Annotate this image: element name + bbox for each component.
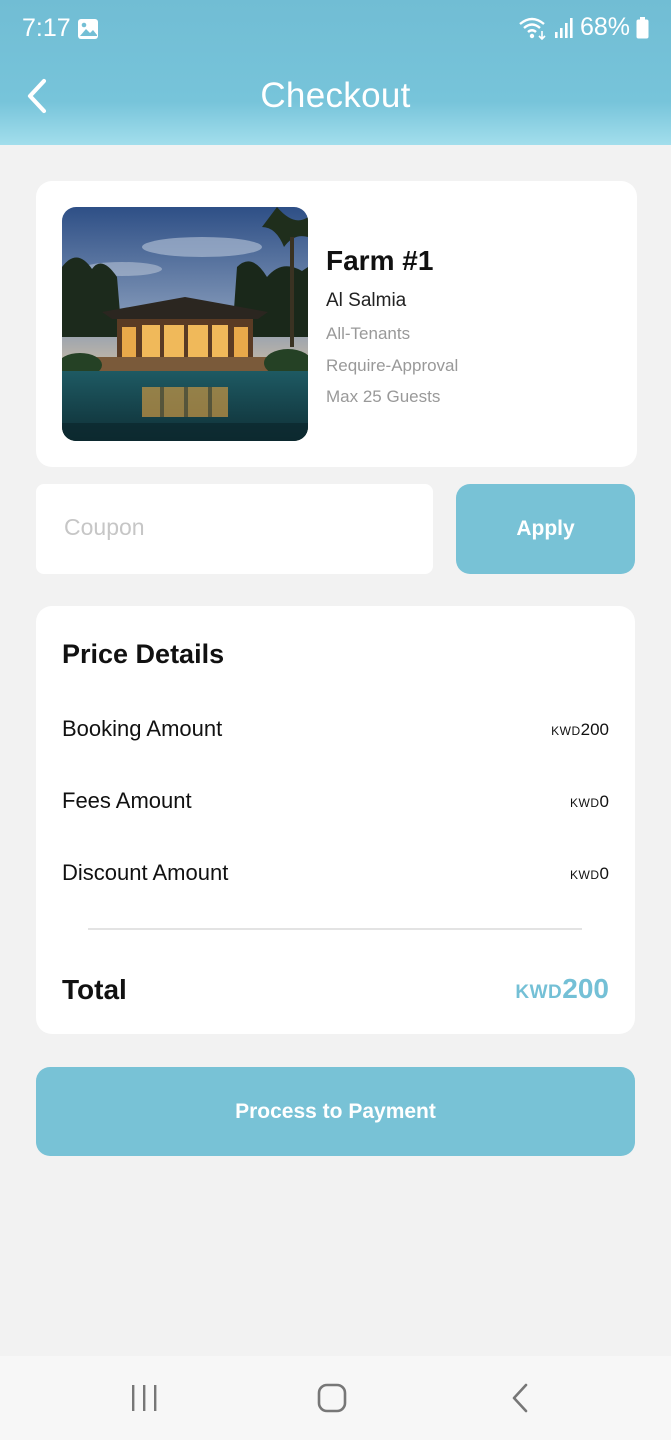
home-icon[interactable] bbox=[312, 1382, 352, 1414]
battery-level: 68% bbox=[579, 13, 630, 41]
property-max-guests: Max 25 Guests bbox=[326, 387, 441, 406]
total-value: KWD200 bbox=[515, 973, 609, 1005]
booking-amount-value: KWD200 bbox=[551, 720, 609, 740]
signal-icon bbox=[554, 17, 574, 39]
coupon-input[interactable] bbox=[62, 513, 406, 542]
page-title: Checkout bbox=[260, 76, 411, 115]
amount: 200 bbox=[580, 720, 609, 739]
price-details-title: Price Details bbox=[62, 639, 225, 669]
amount: 0 bbox=[599, 864, 609, 883]
coupon-field-container bbox=[36, 484, 433, 574]
system-nav-bar bbox=[0, 1356, 671, 1440]
price-details-card: Price Details Booking Amount KWD200 Fees… bbox=[36, 606, 635, 1034]
property-photo bbox=[62, 207, 308, 441]
fees-amount-label: Fees Amount bbox=[62, 788, 192, 813]
currency-code: KWD bbox=[570, 868, 600, 882]
process-payment-button[interactable]: Process to Payment bbox=[36, 1067, 635, 1156]
price-row-booking: Booking Amount KWD200 bbox=[62, 716, 609, 746]
property-tenants: All-Tenants bbox=[326, 324, 411, 343]
discount-amount-value: KWD0 bbox=[570, 864, 609, 884]
status-icons: 68% bbox=[518, 13, 649, 42]
total-label: Total bbox=[62, 974, 127, 1005]
price-row-fees: Fees Amount KWD0 bbox=[62, 788, 609, 818]
price-row-discount: Discount Amount KWD0 bbox=[62, 860, 609, 890]
property-name: Farm #1 bbox=[326, 245, 434, 276]
image-icon bbox=[77, 18, 99, 45]
property-approval: Require-Approval bbox=[326, 356, 459, 375]
currency-code: KWD bbox=[570, 796, 600, 810]
total-amount: 200 bbox=[562, 973, 609, 1004]
fees-amount-value: KWD0 bbox=[570, 792, 609, 812]
amount: 0 bbox=[599, 792, 609, 811]
wifi-icon bbox=[518, 16, 548, 40]
apply-coupon-button[interactable]: Apply bbox=[456, 484, 635, 574]
recent-apps-icon[interactable] bbox=[124, 1382, 164, 1414]
app-header: 7:17 68% Checkout bbox=[0, 0, 671, 145]
back-icon[interactable] bbox=[500, 1382, 540, 1414]
price-divider bbox=[88, 928, 582, 930]
booking-amount-label: Booking Amount bbox=[62, 716, 223, 741]
property-location: Al Salmia bbox=[326, 290, 407, 311]
battery-icon bbox=[636, 16, 649, 39]
property-card[interactable]: Farm #1 Al Salmia All-Tenants Require-Ap… bbox=[36, 181, 637, 467]
currency-code: KWD bbox=[515, 982, 563, 1003]
status-time: 7:17 bbox=[22, 14, 71, 42]
currency-code: KWD bbox=[551, 724, 581, 738]
discount-amount-label: Discount Amount bbox=[62, 860, 229, 885]
